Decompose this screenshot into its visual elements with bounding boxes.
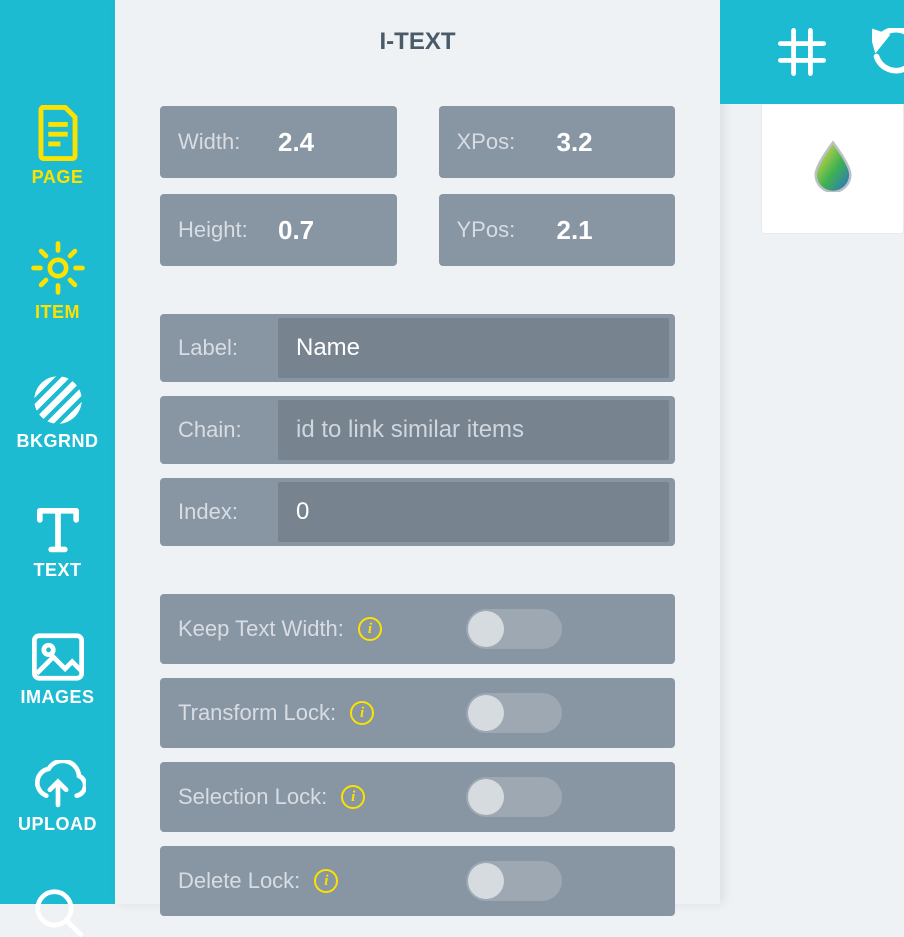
sidebar-item-text[interactable]: TEXT <box>0 504 115 581</box>
prop-value: 2.4 <box>278 127 314 158</box>
prop-xpos[interactable]: XPos: 3.2 <box>439 106 676 178</box>
toggle-delete-lock: Delete Lock: i <box>160 846 675 916</box>
sidebar-item-bkgrnd[interactable]: BKGRND <box>0 375 115 452</box>
info-icon[interactable]: i <box>358 617 382 641</box>
toggle-keep-text-width: Keep Text Width: i <box>160 594 675 664</box>
toggle-selection-lock: Selection Lock: i <box>160 762 675 832</box>
chain-input[interactable] <box>278 400 669 460</box>
toggle-label: Delete Lock: <box>178 868 300 894</box>
upload-icon <box>0 760 115 808</box>
prop-value: 0.7 <box>278 215 314 246</box>
sidebar-item-item[interactable]: ITEM <box>0 240 115 323</box>
prop-label: YPos: <box>457 217 557 243</box>
sidebar-item-label: ITEM <box>0 302 115 323</box>
prop-value: 2.1 <box>557 215 593 246</box>
field-index: Index: <box>160 478 675 546</box>
sidebar-item-label: IMAGES <box>0 687 115 708</box>
canvas-area[interactable] <box>761 104 904 234</box>
field-label-text: Chain: <box>160 417 278 443</box>
prop-label: Height: <box>178 217 278 243</box>
field-label: Label: <box>160 314 675 382</box>
toggle-transform-lock: Transform Lock: i <box>160 678 675 748</box>
toggle-label: Selection Lock: <box>178 784 327 810</box>
info-icon[interactable]: i <box>341 785 365 809</box>
sidebar-item-label: TEXT <box>0 560 115 581</box>
sidebar-item-label: PAGE <box>0 167 115 188</box>
toggle-switch[interactable] <box>466 861 562 901</box>
stripes-icon <box>0 375 115 425</box>
sidebar: PAGE ITEM BKGRND <box>0 0 115 904</box>
sidebar-item-label: BKGRND <box>0 431 115 452</box>
sidebar-item-page[interactable]: PAGE <box>0 105 115 188</box>
label-input[interactable] <box>278 318 669 378</box>
prop-label: Width: <box>178 129 278 155</box>
prop-height[interactable]: Height: 0.7 <box>160 194 397 266</box>
prop-label: XPos: <box>457 129 557 155</box>
field-label-text: Index: <box>160 499 278 525</box>
index-input[interactable] <box>278 482 669 542</box>
toggle-label: Transform Lock: <box>178 700 336 726</box>
sidebar-item-label: UPLOAD <box>0 814 115 835</box>
page-icon <box>0 105 115 161</box>
toggle-switch[interactable] <box>466 777 562 817</box>
sidebar-item-images[interactable]: IMAGES <box>0 633 115 708</box>
top-toolbar <box>720 0 904 104</box>
sidebar-item-upload[interactable]: UPLOAD <box>0 760 115 835</box>
sidebar-item-search[interactable] <box>0 887 115 937</box>
gear-icon <box>0 240 115 296</box>
prop-width[interactable]: Width: 2.4 <box>160 106 397 178</box>
prop-value: 3.2 <box>557 127 593 158</box>
search-icon <box>0 887 115 937</box>
info-icon[interactable]: i <box>350 701 374 725</box>
text-icon <box>0 504 115 554</box>
grid-icon[interactable] <box>778 28 826 76</box>
info-icon[interactable]: i <box>314 869 338 893</box>
inspector-panel: I-TEXT Width: 2.4 XPos: 3.2 Height: 0.7 … <box>115 0 720 904</box>
toggle-switch[interactable] <box>466 693 562 733</box>
prop-ypos[interactable]: YPos: 2.1 <box>439 194 676 266</box>
image-icon <box>0 633 115 681</box>
field-label-text: Label: <box>160 335 278 361</box>
toggle-switch[interactable] <box>466 609 562 649</box>
undo-icon[interactable] <box>872 28 904 76</box>
droplet-icon[interactable] <box>812 140 854 197</box>
field-chain: Chain: <box>160 396 675 464</box>
panel-title: I-TEXT <box>115 0 720 106</box>
toggle-label: Keep Text Width: <box>178 616 344 642</box>
